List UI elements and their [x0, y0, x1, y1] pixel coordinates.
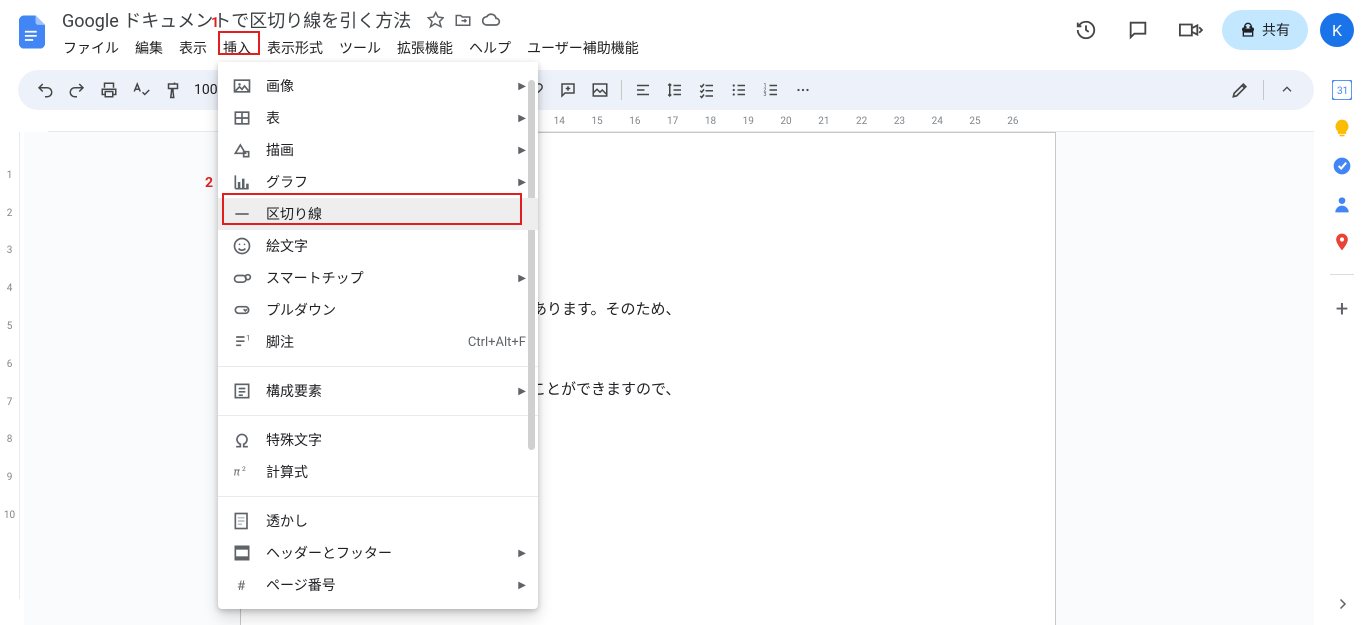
special-icon: [230, 430, 254, 450]
line-spacing-button[interactable]: [660, 75, 690, 105]
svg-text:31: 31: [1337, 86, 1348, 97]
print-button[interactable]: [94, 75, 124, 105]
insert-item-dropdown[interactable]: プルダウン: [218, 294, 538, 326]
menu-tools[interactable]: ツール: [332, 34, 388, 62]
submenu-arrow-icon: ▶: [518, 386, 526, 397]
spellcheck-button[interactable]: [126, 75, 156, 105]
hide-menus-button[interactable]: [1272, 75, 1302, 105]
account-avatar[interactable]: K: [1320, 13, 1354, 47]
insert-item-image[interactable]: 画像▶: [218, 70, 538, 102]
align-button[interactable]: [628, 75, 658, 105]
submenu-arrow-icon: ▶: [518, 113, 526, 124]
submenu-arrow-icon: ▶: [518, 580, 526, 591]
redo-button[interactable]: [62, 75, 92, 105]
emoji-icon: [230, 236, 254, 256]
collapse-sidepanel-button[interactable]: [1333, 595, 1351, 613]
undo-button[interactable]: [30, 75, 60, 105]
insert-item-headerfooter[interactable]: ヘッダーとフッター▶: [218, 537, 538, 569]
footnote-icon: 1: [230, 332, 254, 352]
menu-insert[interactable]: 挿入: [216, 34, 258, 62]
menu-format[interactable]: 表示形式: [260, 34, 330, 62]
equation-icon: π2: [230, 462, 254, 482]
tasks-app-icon[interactable]: [1332, 156, 1352, 176]
svg-text:2: 2: [242, 465, 246, 473]
chart-icon: [230, 172, 254, 192]
document-title[interactable]: Google ドキュメントで区切り線を引く方法: [56, 7, 417, 33]
comment-icon[interactable]: [1118, 10, 1158, 50]
editing-mode-button[interactable]: [1225, 75, 1255, 105]
insert-item-special[interactable]: 特殊文字: [218, 424, 538, 456]
side-panel: 31 +: [1318, 72, 1366, 625]
menu-extensions[interactable]: 拡張機能: [390, 34, 460, 62]
svg-text:π: π: [234, 465, 241, 478]
blocks-icon: [230, 381, 254, 401]
maps-app-icon[interactable]: [1332, 232, 1352, 252]
insert-item-emoji[interactable]: 絵文字: [218, 230, 538, 262]
more-toolbar-button[interactable]: [788, 75, 818, 105]
submenu-arrow-icon: ▶: [518, 548, 526, 559]
drawing-icon: [230, 140, 254, 160]
insert-comment-button[interactable]: [553, 75, 583, 105]
menu-file[interactable]: ファイル: [56, 34, 126, 62]
contacts-app-icon[interactable]: [1332, 194, 1352, 214]
cloud-saved-icon[interactable]: [481, 10, 501, 30]
checklist-button[interactable]: [692, 75, 722, 105]
menu-view[interactable]: 表示: [172, 34, 214, 62]
share-button[interactable]: 共有: [1222, 10, 1308, 50]
insert-dropdown: 画像▶表▶描画▶グラフ▶区切り線絵文字スマートチップ▶プルダウン1脚注Ctrl+…: [218, 62, 538, 609]
add-addon-button[interactable]: +: [1336, 297, 1348, 322]
toolbar: 100% − + B I U A 123: [18, 70, 1314, 110]
number-list-button[interactable]: 123: [756, 75, 786, 105]
menu-help[interactable]: ヘルプ: [462, 34, 518, 62]
vertical-ruler[interactable]: 12345678910: [0, 132, 20, 599]
svg-text:#: #: [237, 579, 246, 594]
share-label: 共有: [1262, 20, 1290, 40]
svg-text:3: 3: [763, 92, 766, 98]
image-icon: [230, 76, 254, 96]
insert-item-smartchip[interactable]: スマートチップ▶: [218, 262, 538, 294]
menu-accessibility[interactable]: ユーザー補助機能: [520, 34, 646, 62]
hr-icon: [230, 204, 254, 224]
insert-item-blocks[interactable]: 構成要素▶: [218, 375, 538, 407]
keep-app-icon[interactable]: [1332, 118, 1352, 138]
submenu-arrow-icon: ▶: [518, 81, 526, 92]
smartchip-icon: [230, 268, 254, 288]
paint-format-button[interactable]: [158, 75, 188, 105]
headerfooter-icon: [230, 543, 254, 563]
video-icon[interactable]: [1170, 10, 1210, 50]
insert-item-chart[interactable]: グラフ▶: [218, 166, 538, 198]
table-icon: [230, 108, 254, 128]
pagenum-icon: #: [230, 575, 254, 595]
submenu-arrow-icon: ▶: [518, 273, 526, 284]
submenu-arrow-icon: ▶: [518, 145, 526, 156]
insert-item-watermark[interactable]: 透かし: [218, 505, 538, 537]
menu-edit[interactable]: 編集: [128, 34, 170, 62]
insert-image-button[interactable]: [585, 75, 615, 105]
menubar: ファイル 編集 表示 挿入 表示形式 ツール 拡張機能 ヘルプ ユーザー補助機能: [56, 34, 646, 62]
star-icon[interactable]: [425, 10, 445, 30]
insert-item-drawing[interactable]: 描画▶: [218, 134, 538, 166]
calendar-app-icon[interactable]: 31: [1332, 80, 1352, 100]
svg-text:1: 1: [246, 333, 250, 342]
bullet-list-button[interactable]: [724, 75, 754, 105]
watermark-icon: [230, 511, 254, 531]
insert-item-footnote[interactable]: 1脚注Ctrl+Alt+F: [218, 326, 538, 358]
history-icon[interactable]: [1066, 10, 1106, 50]
move-icon[interactable]: [453, 10, 473, 30]
submenu-arrow-icon: ▶: [518, 177, 526, 188]
insert-item-equation[interactable]: π2計算式: [218, 456, 538, 488]
dropdown-icon: [230, 300, 254, 320]
insert-item-hr[interactable]: 区切り線: [218, 198, 538, 230]
docs-logo[interactable]: [12, 12, 52, 52]
insert-item-pagenum[interactable]: #ページ番号▶: [218, 569, 538, 601]
insert-item-table[interactable]: 表▶: [218, 102, 538, 134]
